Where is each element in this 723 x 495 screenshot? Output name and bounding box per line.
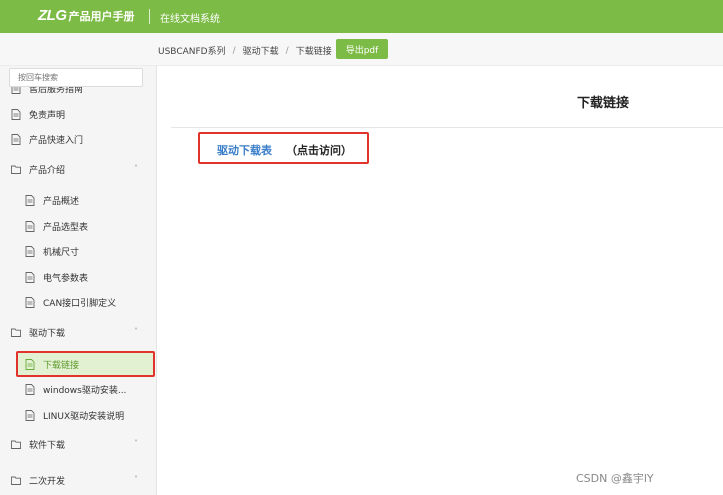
- sidebar-item-label: 电气参数表: [43, 273, 89, 284]
- sidebar-item-quick-start[interactable]: 产品快速入门: [11, 128, 83, 150]
- sidebar-group-software-download[interactable]: 软件下载: [11, 433, 65, 455]
- folder-icon: [11, 328, 21, 337]
- document-icon: [11, 108, 21, 120]
- sidebar-item-label: CAN接口引脚定义: [43, 298, 117, 309]
- logo-text: ZLG: [38, 7, 67, 24]
- document-icon: [25, 409, 35, 421]
- document-icon: [11, 133, 21, 145]
- chevron-up-icon[interactable]: ˄: [134, 327, 138, 336]
- chevron-down-icon[interactable]: ˅: [134, 439, 138, 448]
- breadcrumb-separator: /: [285, 45, 289, 56]
- click-to-visit-note: （点击访问）: [286, 144, 352, 157]
- sidebar-item-download-link[interactable]: 下载链接: [25, 353, 79, 375]
- breadcrumb-bar: USBCANFD系列 / 驱动下载 / 下载链接 导出pdf: [0, 33, 723, 66]
- export-pdf-button[interactable]: 导出pdf: [336, 39, 388, 59]
- document-icon: [25, 220, 35, 232]
- breadcrumb: USBCANFD系列 / 驱动下载 / 下载链接: [158, 44, 332, 58]
- folder-icon: [11, 440, 21, 449]
- sidebar-item-selection-table[interactable]: 产品选型表: [25, 215, 88, 237]
- driver-download-table-link[interactable]: 驱动下载表: [217, 142, 272, 158]
- header-divider: [149, 9, 150, 24]
- page-title: 下载链接: [577, 96, 630, 111]
- watermark: CSDN @鑫宇lY: [576, 472, 654, 485]
- sidebar-item-windows-driver[interactable]: windows驱动安装...: [25, 378, 126, 400]
- manual-title: 产品用户手册: [68, 9, 135, 23]
- search-input[interactable]: [9, 68, 143, 87]
- sidebar-item-label: windows驱动安装...: [43, 385, 127, 396]
- sidebar-item-disclaimer[interactable]: 免责声明: [11, 103, 65, 125]
- sidebar-item-linux-driver[interactable]: LINUX驱动安装说明: [25, 404, 124, 426]
- document-icon: [25, 271, 35, 283]
- document-icon: [25, 383, 35, 395]
- main-content: 下载链接 驱动下载表 （点击访问）: [157, 66, 723, 495]
- sidebar: 售后服务指南 免责声明 产品快速入门 产品介绍 ˄ 产品概述 产品选型表 机械尺…: [0, 66, 157, 495]
- document-icon: [25, 296, 35, 308]
- sidebar-item-can-pinout[interactable]: CAN接口引脚定义: [25, 291, 116, 313]
- sidebar-item-electrical-params[interactable]: 电气参数表: [25, 266, 88, 288]
- document-icon: [25, 245, 35, 257]
- sidebar-item-label: 二次开发: [29, 476, 66, 487]
- folder-icon: [11, 476, 21, 485]
- sidebar-item-label: 机械尺寸: [43, 247, 80, 258]
- breadcrumb-item-driver-download[interactable]: 驱动下载: [243, 44, 279, 57]
- folder-icon: [11, 165, 21, 174]
- sidebar-group-secondary-dev[interactable]: 二次开发: [11, 469, 65, 491]
- sidebar-group-driver-download[interactable]: 驱动下载: [11, 321, 65, 343]
- sidebar-item-label: 软件下载: [29, 440, 66, 451]
- document-icon: [25, 194, 35, 206]
- logo[interactable]: ZLG 产品用户手册: [38, 7, 135, 24]
- sidebar-item-label: 产品快速入门: [29, 135, 84, 146]
- sidebar-item-mechanical-size[interactable]: 机械尺寸: [25, 240, 79, 262]
- driver-link-highlight: 驱动下载表 （点击访问）: [198, 132, 369, 164]
- sidebar-item-label: 免责声明: [29, 110, 66, 121]
- document-icon: [25, 358, 35, 370]
- sidebar-item-label: 下载链接: [43, 360, 80, 371]
- sidebar-group-product-intro[interactable]: 产品介绍: [11, 158, 65, 180]
- chevron-down-icon[interactable]: ˅: [134, 475, 138, 484]
- sidebar-item-label: 产品介绍: [29, 165, 66, 176]
- title-divider: [171, 127, 723, 128]
- sidebar-item-label: LINUX驱动安装说明: [43, 411, 125, 422]
- breadcrumb-item-download-link: 下载链接: [295, 47, 332, 57]
- breadcrumb-separator: /: [232, 45, 236, 56]
- breadcrumb-item-series[interactable]: USBCANFD系列: [158, 44, 226, 57]
- sidebar-item-product-overview[interactable]: 产品概述: [25, 189, 79, 211]
- sidebar-item-label: 产品选型表: [43, 222, 89, 233]
- chevron-up-icon[interactable]: ˄: [134, 164, 138, 173]
- sidebar-item-label: 产品概述: [43, 196, 80, 207]
- sidebar-item-label: 驱动下载: [29, 328, 66, 339]
- system-title: 在线文档系统: [160, 14, 220, 25]
- top-header: ZLG 产品用户手册 在线文档系统: [0, 0, 723, 33]
